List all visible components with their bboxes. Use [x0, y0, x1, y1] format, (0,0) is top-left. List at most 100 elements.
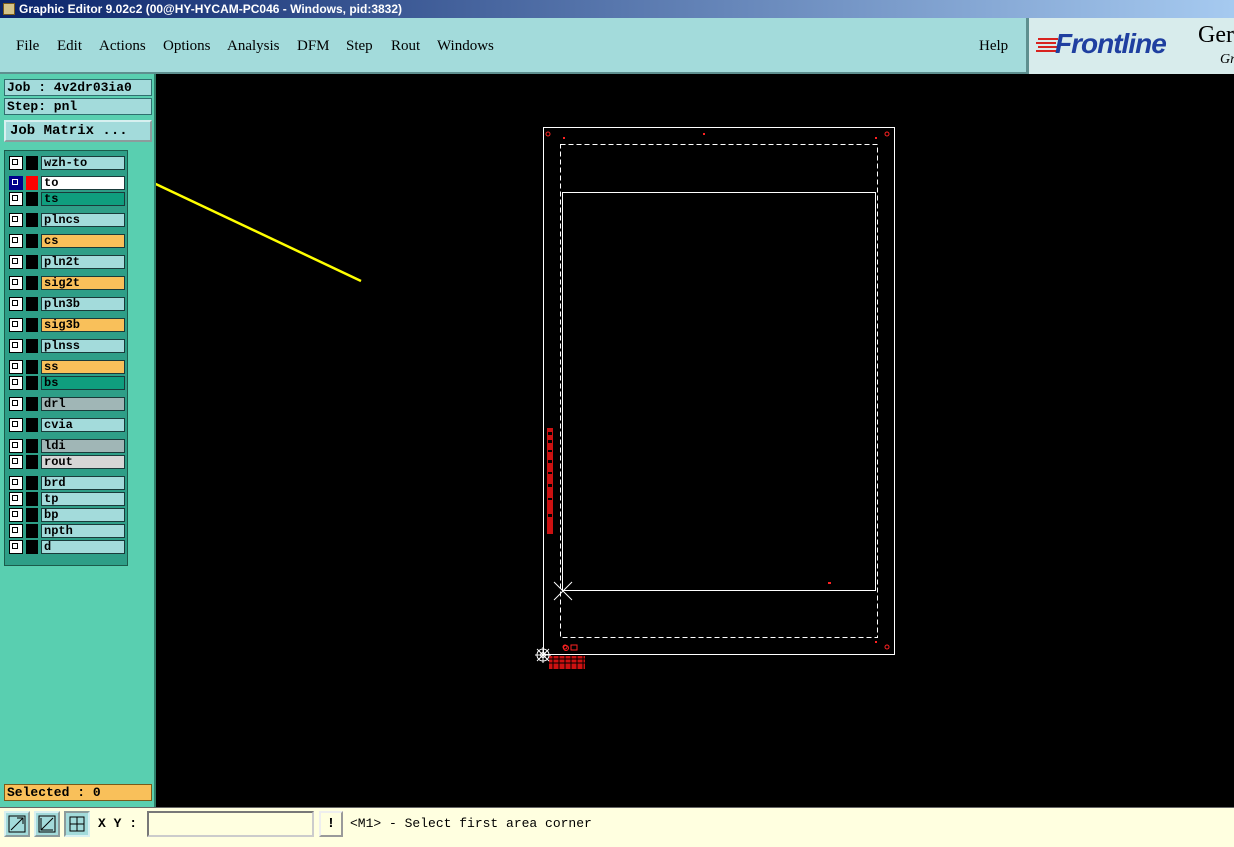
layer-name[interactable]: drl [41, 397, 125, 411]
layer-checkbox[interactable] [9, 318, 23, 332]
layer-row-pln2t[interactable]: pln2t [7, 255, 126, 269]
layer-checkbox[interactable] [9, 360, 23, 374]
layer-color-swatch[interactable] [26, 213, 38, 227]
layer-color-swatch[interactable] [26, 540, 38, 554]
layer-checkbox[interactable] [9, 540, 23, 554]
layer-name[interactable]: to [41, 176, 125, 190]
layer-color-swatch[interactable] [26, 476, 38, 490]
layer-checkbox[interactable] [9, 176, 23, 190]
layer-row-rout[interactable]: rout [7, 455, 126, 469]
menu-file[interactable]: File [16, 38, 39, 55]
layer-row-bs[interactable]: bs [7, 376, 126, 390]
menu-options[interactable]: Options [163, 38, 211, 55]
layer-row-ss[interactable]: ss [7, 360, 126, 374]
layer-name[interactable]: cs [41, 234, 125, 248]
layer-color-swatch[interactable] [26, 418, 38, 432]
layer-name[interactable]: ss [41, 360, 125, 374]
menu-windows[interactable]: Windows [437, 38, 494, 55]
layer-checkbox[interactable] [9, 156, 23, 170]
layer-row-brd[interactable]: brd [7, 476, 126, 490]
excl-button[interactable]: ! [319, 811, 343, 837]
layer-row-sig2t[interactable]: sig2t [7, 276, 126, 290]
job-matrix-button[interactable]: Job Matrix ... [4, 120, 152, 142]
layer-checkbox[interactable] [9, 476, 23, 490]
layer-row-plncs[interactable]: plncs [7, 213, 126, 227]
layer-checkbox[interactable] [9, 339, 23, 353]
layer-name[interactable]: ldi [41, 439, 125, 453]
xy-input[interactable] [147, 811, 314, 837]
layer-checkbox[interactable] [9, 213, 23, 227]
layer-color-swatch[interactable] [26, 156, 38, 170]
layer-row-plnss[interactable]: plnss [7, 339, 126, 353]
layer-color-swatch[interactable] [26, 524, 38, 538]
layer-row-npth[interactable]: npth [7, 524, 126, 538]
layer-checkbox[interactable] [9, 255, 23, 269]
layer-name[interactable]: cvia [41, 418, 125, 432]
layer-checkbox[interactable] [9, 397, 23, 411]
layer-name[interactable]: pln2t [41, 255, 125, 269]
menu-edit[interactable]: Edit [57, 38, 82, 55]
layer-name[interactable]: sig3b [41, 318, 125, 332]
layer-name[interactable]: rout [41, 455, 125, 469]
layer-checkbox[interactable] [9, 524, 23, 538]
layer-checkbox[interactable] [9, 234, 23, 248]
layer-color-swatch[interactable] [26, 276, 38, 290]
layer-color-swatch[interactable] [26, 397, 38, 411]
layer-color-swatch[interactable] [26, 492, 38, 506]
layer-checkbox[interactable] [9, 508, 23, 522]
layer-color-swatch[interactable] [26, 339, 38, 353]
layer-name[interactable]: bs [41, 376, 125, 390]
layer-name[interactable]: plncs [41, 213, 125, 227]
layer-name[interactable]: npth [41, 524, 125, 538]
menu-help[interactable]: Help [979, 38, 1008, 55]
layer-checkbox[interactable] [9, 492, 23, 506]
layer-name[interactable]: wzh-to [41, 156, 125, 170]
layer-row-wzh-to[interactable]: wzh-to [7, 156, 126, 170]
zoom-fit-button[interactable] [4, 811, 30, 837]
layer-color-swatch[interactable] [26, 234, 38, 248]
layer-row-drl[interactable]: drl [7, 397, 126, 411]
layer-color-swatch[interactable] [26, 360, 38, 374]
layer-name[interactable]: tp [41, 492, 125, 506]
layer-checkbox[interactable] [9, 192, 23, 206]
layer-checkbox[interactable] [9, 276, 23, 290]
layer-name[interactable]: bp [41, 508, 125, 522]
layer-name[interactable]: brd [41, 476, 125, 490]
layer-checkbox[interactable] [9, 455, 23, 469]
layer-row-ts[interactable]: ts [7, 192, 126, 206]
layer-row-bp[interactable]: bp [7, 508, 126, 522]
snap-grid-button[interactable] [64, 811, 90, 837]
layer-row-d[interactable]: d [7, 540, 126, 554]
layer-color-swatch[interactable] [26, 318, 38, 332]
layer-checkbox[interactable] [9, 418, 23, 432]
menu-step[interactable]: Step [346, 38, 373, 55]
layer-checkbox[interactable] [9, 297, 23, 311]
layer-row-cs[interactable]: cs [7, 234, 126, 248]
layer-row-cvia[interactable]: cvia [7, 418, 126, 432]
layer-checkbox[interactable] [9, 439, 23, 453]
measure-button[interactable] [34, 811, 60, 837]
layer-color-swatch[interactable] [26, 376, 38, 390]
layer-color-swatch[interactable] [26, 192, 38, 206]
menu-dfm[interactable]: DFM [297, 38, 330, 55]
layer-color-swatch[interactable] [26, 176, 38, 190]
layer-name[interactable]: d [41, 540, 125, 554]
layer-row-pln3b[interactable]: pln3b [7, 297, 126, 311]
menu-analysis[interactable]: Analysis [227, 38, 280, 55]
layer-name[interactable]: plnss [41, 339, 125, 353]
menu-rout[interactable]: Rout [391, 38, 420, 55]
layer-color-swatch[interactable] [26, 255, 38, 269]
layer-checkbox[interactable] [9, 376, 23, 390]
layer-row-tp[interactable]: tp [7, 492, 126, 506]
layer-name[interactable]: sig2t [41, 276, 125, 290]
layer-name[interactable]: pln3b [41, 297, 125, 311]
layer-row-ldi[interactable]: ldi [7, 439, 126, 453]
layer-color-swatch[interactable] [26, 508, 38, 522]
layer-name[interactable]: ts [41, 192, 125, 206]
graphic-canvas[interactable] [104, 74, 1234, 807]
menu-actions[interactable]: Actions [99, 38, 146, 55]
layer-row-sig3b[interactable]: sig3b [7, 318, 126, 332]
layer-color-swatch[interactable] [26, 455, 38, 469]
layer-color-swatch[interactable] [26, 439, 38, 453]
layer-color-swatch[interactable] [26, 297, 38, 311]
